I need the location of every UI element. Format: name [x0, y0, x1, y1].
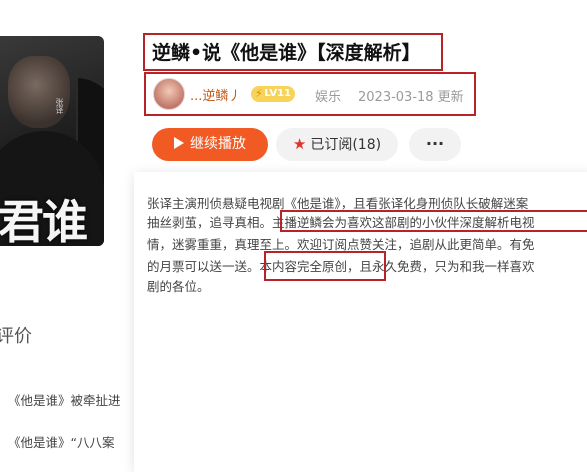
star-icon: ★: [292, 135, 307, 153]
subscribe-label: 已订阅(18): [310, 137, 382, 153]
continue-play-button[interactable]: 继续播放: [152, 128, 268, 161]
update-date: 2023-03-18 更新: [358, 90, 464, 105]
more-label: ···: [425, 134, 445, 153]
lightning-icon: ⚡: [255, 87, 263, 100]
more-button[interactable]: ···: [409, 128, 461, 161]
original-content-highlight-box: [264, 251, 386, 281]
level-text: LV11: [264, 88, 291, 99]
sidebar-heading: 评价: [0, 326, 32, 347]
description-line: 剧的各位。: [147, 279, 210, 294]
cover-small-text: 张译: [55, 98, 64, 114]
cover-face: [8, 56, 70, 128]
cover-title-text: 君谁: [0, 195, 88, 246]
subscribe-button[interactable]: ★ 已订阅(18): [276, 128, 398, 161]
avatar[interactable]: [153, 78, 185, 110]
description-highlight-box: [280, 210, 587, 232]
sidebar-episode-item[interactable]: 《他是谁》“八八案: [8, 432, 114, 451]
author-name[interactable]: ...逆鳞丿: [190, 85, 241, 104]
play-icon: [174, 137, 184, 149]
continue-play-label: 继续播放: [190, 136, 246, 152]
page-title: 逆鳞•说《他是谁》【深度解析】: [152, 42, 421, 64]
sidebar-episode-item[interactable]: 《他是谁》被牵扯进: [8, 390, 121, 409]
album-cover[interactable]: 张译 君谁: [0, 36, 104, 246]
category-label[interactable]: 娱乐: [315, 86, 341, 105]
level-badge: ⚡ LV11: [251, 86, 295, 102]
